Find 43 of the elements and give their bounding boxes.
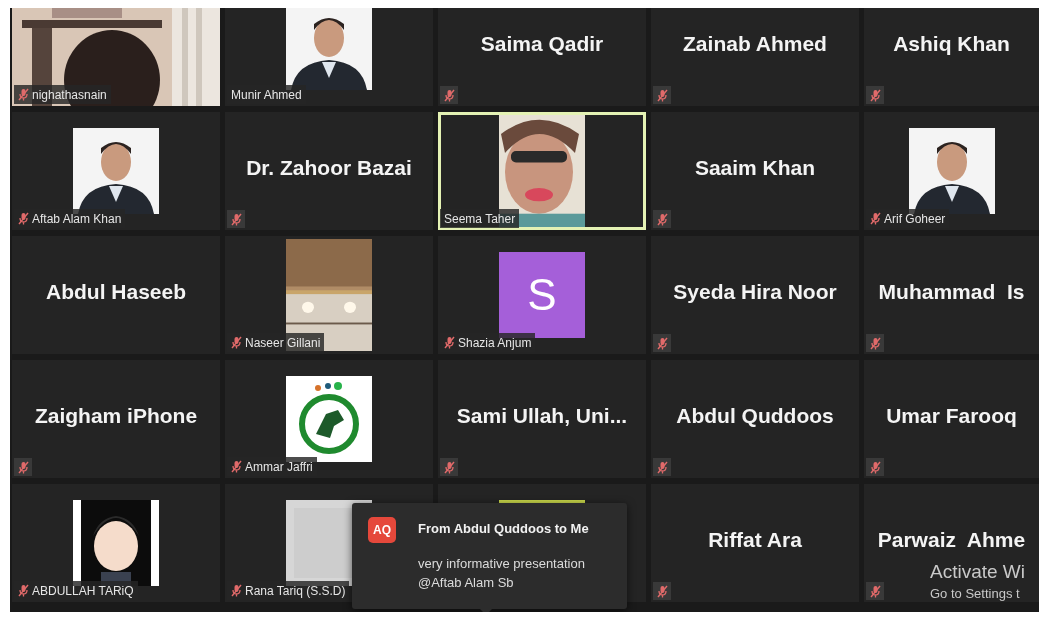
participant-name: Ashiq Khan <box>893 32 1010 56</box>
participant-name: Dr. Zahoor Bazai <box>246 156 412 180</box>
video-tile[interactable]: S Shazia Anjum <box>438 236 646 354</box>
video-tile[interactable]: Aftab Alam Khan <box>12 112 220 230</box>
video-tile[interactable]: Umar Farooq <box>864 360 1039 478</box>
participant-name: Riffat Ara <box>708 528 802 552</box>
participant-name: Sami Ullah, Uni... <box>456 404 628 428</box>
participant-name: Saima Qadir <box>480 32 604 56</box>
video-tile[interactable]: nighathasnain <box>12 8 220 106</box>
video-tile[interactable]: Naseer Gillani <box>225 236 433 354</box>
participant-name: Abdul Haseeb <box>46 280 186 304</box>
video-tile[interactable]: Muhammad Is <box>864 236 1039 354</box>
participant-name: Seema Taher <box>440 209 520 228</box>
initial-avatar: S <box>499 252 585 338</box>
video-tile[interactable]: Saaim Khan <box>651 112 859 230</box>
video-tile[interactable]: Arif Goheer <box>864 112 1039 230</box>
participant-name: Muhammad Is <box>878 280 1025 304</box>
sender-avatar: AQ <box>368 517 396 543</box>
activation-subtitle: Go to Settings t <box>930 586 1021 601</box>
video-tile[interactable]: Syeda Hira Noor <box>651 236 859 354</box>
participant-name: nighathasnain <box>14 85 111 104</box>
activation-title: Activate Wi <box>930 561 1026 583</box>
video-tile[interactable]: Abdul Haseeb <box>12 236 220 354</box>
video-tile[interactable]: Saima Qadir <box>438 8 646 106</box>
video-tile[interactable]: Munir Ahmed <box>225 8 433 106</box>
video-tile[interactable]: Dr. Zahoor Bazai <box>225 112 433 230</box>
video-tile[interactable]: Sami Ullah, Uni... <box>438 360 646 478</box>
participant-name: Syeda Hira Noor <box>673 280 837 304</box>
participant-name: Abdul Quddoos <box>676 404 834 428</box>
active-speaker-tile[interactable]: Seema Taher <box>438 112 646 230</box>
chat-notification[interactable]: AQ From Abdul Quddoos to Me very informative presentation @Aftab Alam Sb <box>352 503 627 609</box>
video-tile[interactable]: Abdul Quddoos <box>651 360 859 478</box>
video-tile[interactable]: Zainab Ahmed <box>651 8 859 106</box>
participant-name: Zaigham iPhone <box>34 404 198 428</box>
video-tile[interactable]: Ammar Jaffri <box>225 360 433 478</box>
video-tile[interactable]: ABDULLAH TARiQ <box>12 484 220 602</box>
participant-name: Zainab Ahmed <box>683 32 827 56</box>
video-tile[interactable]: Riffat Ara <box>651 484 859 602</box>
participant-name: Saaim Khan <box>694 156 816 180</box>
participant-name: Umar Farooq <box>886 404 1017 428</box>
video-tile[interactable]: Zaigham iPhone <box>12 360 220 478</box>
video-tile[interactable]: Ashiq Khan <box>864 8 1039 106</box>
participant-name: Parwaiz Ahme <box>877 528 1026 552</box>
